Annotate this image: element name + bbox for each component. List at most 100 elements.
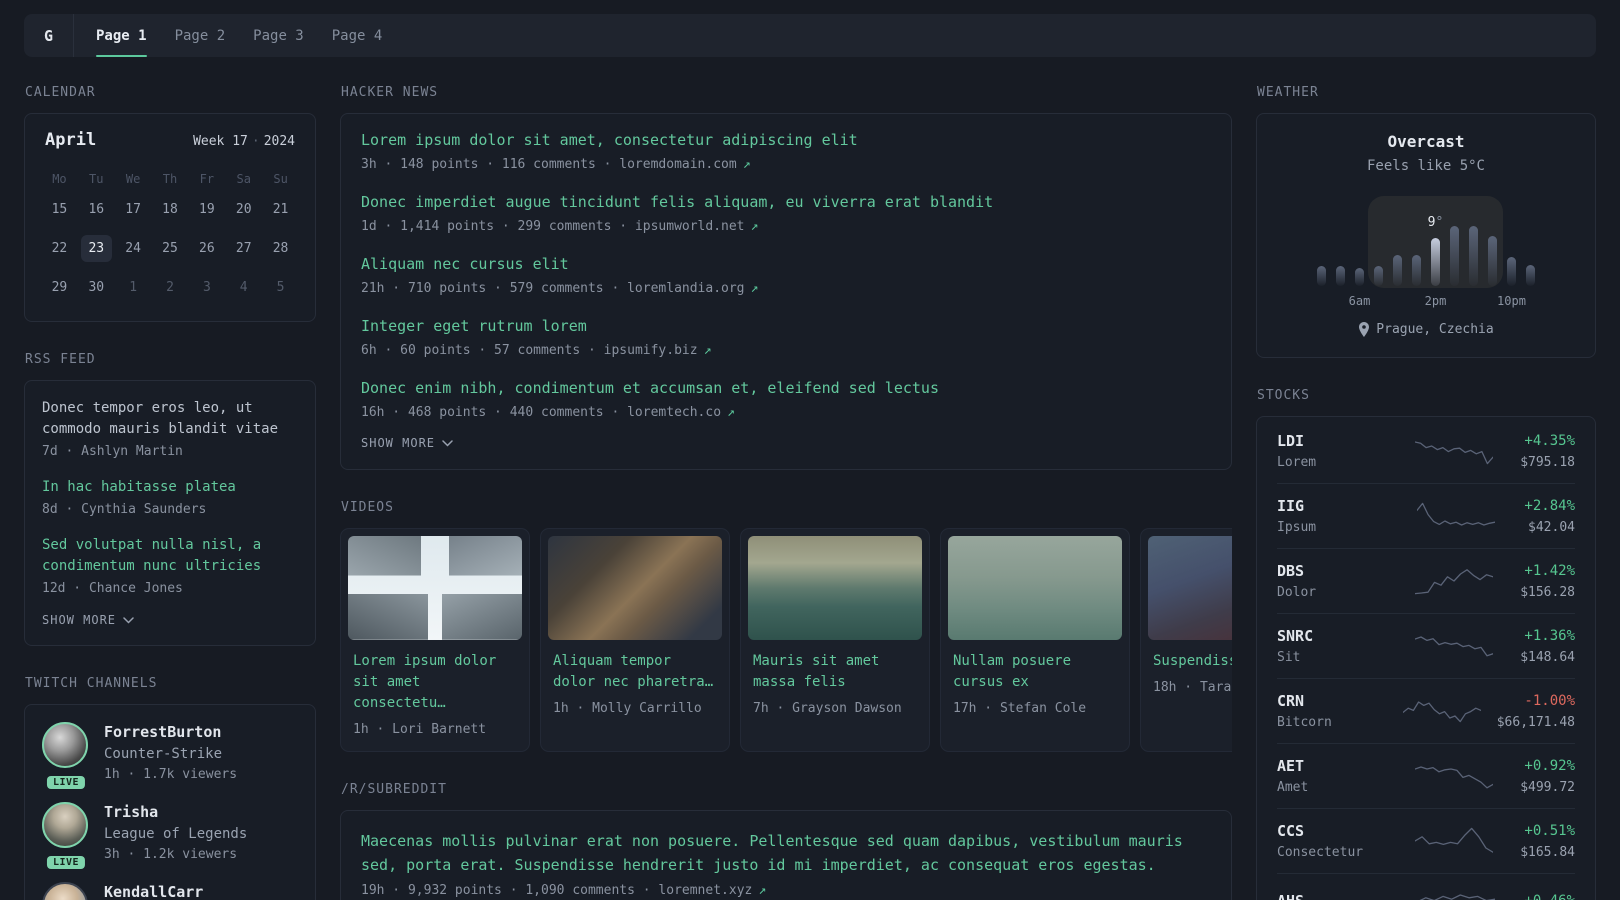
- rss-section-title: RSS FEED: [25, 352, 96, 367]
- live-badge: LIVE: [46, 856, 86, 869]
- rss-item: Sed volutpat nulla nisl, a condimentum n…: [42, 535, 298, 597]
- twitch-card: LIVE ForrestBurton Counter-Strike 1h · 1…: [24, 704, 316, 900]
- dashboard-columns: CALENDAR April Week 17 · 2024 Mo Tu We Th …: [24, 85, 1596, 900]
- hn-story-link[interactable]: Integer eget rutrum lorem: [361, 316, 1211, 337]
- stock-row[interactable]: SNRC Sit +1.36% $148.64: [1277, 613, 1575, 678]
- stock-price: $66,171.48: [1496, 715, 1575, 730]
- hn-item: Aliquam nec cursus elit 21h · 710 points…: [361, 254, 1211, 297]
- calendar-day-next-month: 4: [239, 280, 248, 295]
- twitch-channel-row[interactable]: LIVE Trisha League of Legends 3h · 1.2k …: [42, 802, 298, 869]
- channel-name: KendallCarr: [104, 883, 204, 900]
- tab-page-3[interactable]: Page 3: [253, 14, 304, 57]
- stock-price: $42.04: [1528, 520, 1575, 535]
- hn-item: Integer eget rutrum lorem 6h · 60 points…: [361, 316, 1211, 359]
- avatar: [42, 882, 90, 900]
- stock-sparkline: [1387, 886, 1524, 900]
- hn-domain-link[interactable]: loremlandia.org ↗: [627, 281, 758, 296]
- stock-symbol: CRN: [1277, 692, 1305, 710]
- video-card[interactable]: Mauris sit amet massa felis 7h · Grayson…: [740, 528, 930, 752]
- hn-domain-link[interactable]: ipsumworld.net ↗: [635, 219, 758, 234]
- stock-sparkline: [1387, 630, 1520, 662]
- twitch-channel-row[interactable]: LIVE ForrestBurton Counter-Strike 1h · 1…: [42, 722, 298, 789]
- calendar-day: 20: [235, 202, 252, 217]
- stock-price: $499.72: [1520, 780, 1575, 795]
- calendar-day: 18: [162, 202, 178, 217]
- twitch-channel-row[interactable]: KendallCarr: [42, 882, 298, 900]
- channel-meta: 1h · 1.7k viewers: [104, 767, 238, 782]
- video-thumbnail: [348, 536, 522, 640]
- avatar: LIVE: [42, 722, 90, 789]
- video-thumbnail: [748, 536, 922, 640]
- page-tabs: Page 1 Page 2 Page 3 Page 4: [74, 14, 382, 57]
- rss-article-link[interactable]: In hac habitasse platea: [42, 477, 298, 498]
- stock-symbol: CCS: [1277, 822, 1305, 840]
- hn-story-link[interactable]: Donec enim nibh, condimentum et accumsan…: [361, 378, 1211, 399]
- video-meta: 17h · Stefan Cole: [953, 701, 1087, 716]
- stock-row[interactable]: CCS Consectetur +0.51% $165.84: [1277, 808, 1575, 873]
- stock-symbol: LDI: [1277, 432, 1305, 450]
- calendar-week-row: 29 30 1 2 3 4 5: [41, 272, 299, 303]
- temperature-bar: [1412, 255, 1421, 286]
- subreddit-section-title: /R/SUBREDDIT: [341, 782, 447, 797]
- calendar-week-row: 15 16 17 18 19 20 21: [41, 194, 299, 225]
- video-thumbnail: [548, 536, 722, 640]
- stock-name: Dolor: [1277, 585, 1317, 600]
- calendar-day-next-month: 5: [276, 280, 285, 295]
- stock-name: Amet: [1277, 780, 1309, 795]
- rss-article-link[interactable]: Donec tempor eros leo, ut commodo mauris…: [42, 398, 298, 440]
- tab-page-2[interactable]: Page 2: [175, 14, 226, 57]
- rss-article-link[interactable]: Sed volutpat nulla nisl, a condimentum n…: [42, 535, 298, 577]
- video-title: Suspendisse diam: [1153, 653, 1232, 669]
- stock-row[interactable]: AHS +0.46%: [1277, 873, 1575, 900]
- channel-avatar-image: [42, 802, 88, 848]
- weather-widget: WEATHER Overcast Feels like 5°C 9° 6am 2pm…: [1256, 85, 1596, 358]
- temperature-bar: [1469, 226, 1478, 286]
- temperature-bar: [1374, 266, 1383, 286]
- video-card[interactable]: Lorem ipsum dolor sit amet consectetu… 1…: [340, 528, 530, 752]
- avatar: LIVE: [42, 802, 90, 869]
- calendar-widget: CALENDAR April Week 17 · 2024 Mo Tu We Th …: [24, 85, 316, 322]
- hn-story-meta: 21h · 710 points · 579 comments · loreml…: [361, 281, 759, 296]
- video-card[interactable]: Nullam posuere cursus ex 17h · Stefan Co…: [940, 528, 1130, 752]
- stock-row[interactable]: DBS Dolor +1.42% $156.28: [1277, 548, 1575, 613]
- current-temperature-label: 9°: [1427, 215, 1444, 230]
- rss-show-more-button[interactable]: SHOW MORE: [42, 613, 134, 627]
- external-link-icon: ↗: [742, 157, 751, 172]
- calendar-weekday-row: Mo Tu We Th Fr Sa Su: [52, 172, 288, 186]
- hn-story-link[interactable]: Aliquam nec cursus elit: [361, 254, 1211, 275]
- stock-name: Bitcorn: [1277, 715, 1332, 730]
- video-card[interactable]: Suspendisse diam 18h · Tara: [1140, 528, 1232, 752]
- video-card[interactable]: Aliquam tempor dolor nec pharetra… 1h · …: [540, 528, 730, 752]
- hacker-news-widget: HACKER NEWS Lorem ipsum dolor sit amet, …: [340, 85, 1232, 470]
- calendar-day: 15: [51, 202, 68, 217]
- tab-page-1[interactable]: Page 1: [96, 14, 147, 57]
- hn-story-meta: 16h · 468 points · 440 comments · loremt…: [361, 405, 735, 420]
- stock-row[interactable]: CRN Bitcorn -1.00% $66,171.48: [1277, 678, 1575, 743]
- stock-row[interactable]: IIG Ipsum +2.84% $42.04: [1277, 483, 1575, 548]
- rss-article-meta: 7d · Ashlyn Martin: [42, 444, 183, 459]
- stock-row[interactable]: AET Amet +0.92% $499.72: [1277, 743, 1575, 808]
- video-meta: 1h · Lori Barnett: [353, 722, 487, 737]
- reddit-domain-link[interactable]: loremnet.xyz ↗: [658, 883, 766, 898]
- hn-story-link[interactable]: Donec imperdiet augue tincidunt felis al…: [361, 192, 1211, 213]
- calendar-day-next-month: 3: [202, 280, 211, 295]
- hn-domain-link[interactable]: loremdomain.com ↗: [619, 157, 750, 172]
- calendar-day-next-month: 1: [129, 280, 138, 295]
- weather-section-title: WEATHER: [1257, 85, 1319, 100]
- videos-widget: VIDEOS Lorem ipsum dolor sit amet consec…: [340, 500, 1232, 752]
- weather-hourly-chart: 9° 6am 2pm 10pm: [1317, 194, 1535, 308]
- hn-show-more-button[interactable]: SHOW MORE: [361, 436, 453, 450]
- subreddit-widget: /R/SUBREDDIT Maecenas mollis pulvinar er…: [340, 782, 1232, 900]
- hn-domain-link[interactable]: loremtech.co ↗: [627, 405, 735, 420]
- stock-symbol: DBS: [1277, 562, 1305, 580]
- hn-story-link[interactable]: Lorem ipsum dolor sit amet, consectetur …: [361, 130, 1211, 151]
- stock-change: +1.36%: [1524, 628, 1575, 644]
- hn-domain-link[interactable]: ipsumify.biz ↗: [604, 343, 712, 358]
- reddit-post-link[interactable]: Maecenas mollis pulvinar erat non posuer…: [361, 829, 1211, 877]
- temperature-bar: [1450, 226, 1459, 286]
- stock-row[interactable]: LDI Lorem +4.35% $795.18: [1277, 419, 1575, 483]
- tab-page-4[interactable]: Page 4: [332, 14, 383, 57]
- chevron-down-icon: [442, 436, 453, 450]
- temperature-bar: [1488, 236, 1497, 286]
- stock-change: +4.35%: [1524, 433, 1575, 449]
